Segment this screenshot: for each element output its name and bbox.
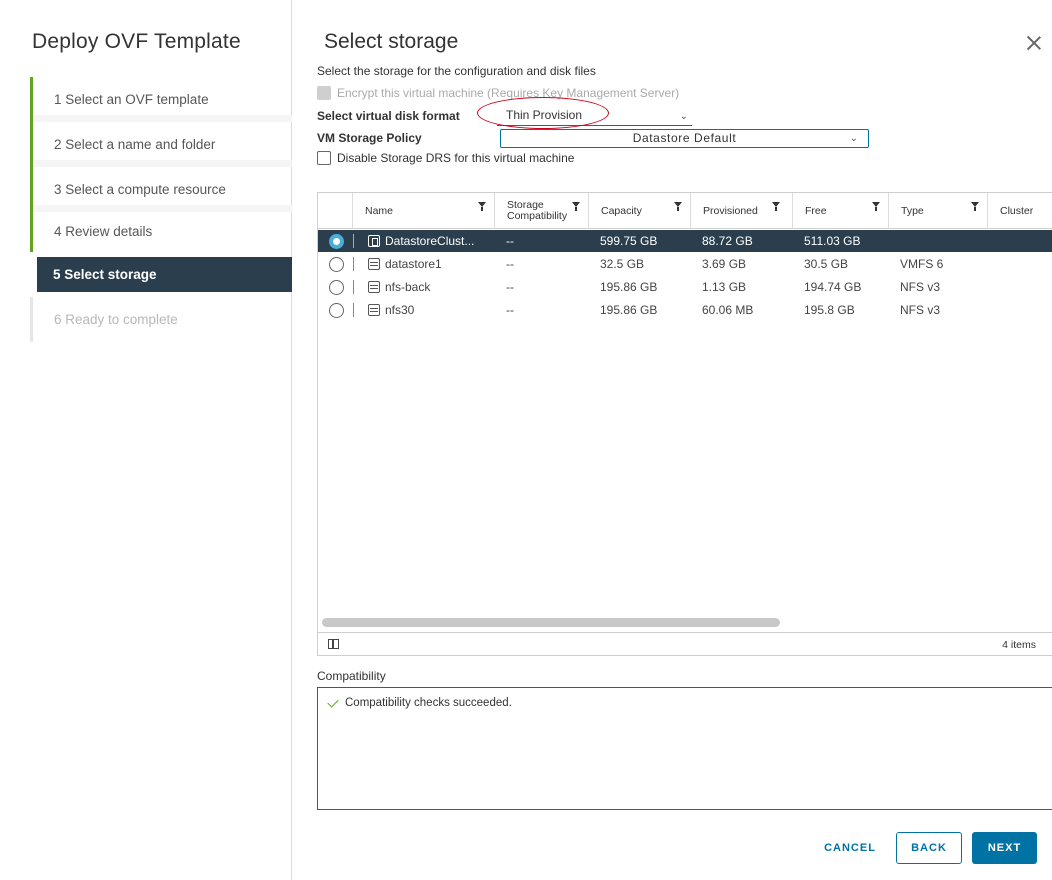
- storage-policy-select[interactable]: Datastore Default ⌄: [500, 129, 869, 148]
- wizard-title: Deploy OVF Template: [32, 30, 241, 53]
- grid-footer: 4 items: [318, 632, 1052, 655]
- disable-drs-label: Disable Storage DRS for this virtual mac…: [337, 151, 575, 165]
- row-free: 511.03 GB: [804, 234, 861, 248]
- next-button[interactable]: NEXT: [972, 832, 1037, 864]
- row-free: 195.8 GB: [804, 303, 855, 317]
- row-separator: [353, 280, 354, 294]
- datastore-icon: [368, 281, 380, 293]
- page-description: Select the storage for the configuration…: [317, 64, 596, 78]
- filter-icon[interactable]: [772, 202, 780, 211]
- compatibility-panel: Compatibility checks succeeded.: [317, 687, 1052, 810]
- horizontal-scrollbar[interactable]: [322, 618, 780, 627]
- row-compat: --: [506, 257, 514, 271]
- filter-icon[interactable]: [674, 202, 682, 211]
- cancel-button[interactable]: CANCEL: [808, 832, 892, 864]
- column-header-storage-compatibility[interactable]: Storage Compatibility: [494, 193, 588, 229]
- item-count: 4 items: [1002, 639, 1036, 651]
- row-separator: [353, 234, 354, 248]
- table-row[interactable]: datastore1 -- 32.5 GB 3.69 GB 30.5 GB VM…: [318, 253, 1052, 275]
- disable-drs-option[interactable]: Disable Storage DRS for this virtual mac…: [317, 151, 574, 165]
- row-name: nfs-back: [385, 280, 431, 294]
- step-select-compute-resource[interactable]: 3 Select a compute resource: [30, 167, 292, 212]
- step-select-ovf-template[interactable]: 1 Select an OVF template: [30, 77, 292, 122]
- row-radio[interactable]: [329, 257, 344, 272]
- wizard-steps: 1 Select an OVF template 2 Select a name…: [30, 77, 292, 342]
- step-separator: [33, 115, 292, 122]
- datastore-icon: [368, 304, 380, 316]
- row-name: DatastoreClust...: [385, 234, 475, 248]
- row-free: 30.5 GB: [804, 257, 849, 271]
- chevron-down-icon: ⌄: [849, 133, 858, 144]
- row-provisioned: 3.69 GB: [702, 257, 747, 271]
- column-header-capacity[interactable]: Capacity: [588, 193, 690, 229]
- step-separator: [33, 160, 292, 167]
- row-name: datastore1: [385, 257, 442, 271]
- row-capacity: 195.86 GB: [600, 280, 658, 294]
- row-name: nfs30: [385, 303, 415, 317]
- datastore-cluster-icon: [368, 235, 380, 247]
- step-select-storage[interactable]: 5 Select storage: [37, 257, 292, 292]
- disable-drs-checkbox[interactable]: [317, 151, 331, 165]
- row-capacity: 195.86 GB: [600, 303, 658, 317]
- step-ready-to-complete: 6 Ready to complete: [30, 297, 292, 342]
- column-toggle-icon[interactable]: [328, 639, 339, 649]
- storage-policy-label: VM Storage Policy: [317, 131, 422, 145]
- row-type: VMFS 6: [900, 257, 944, 271]
- grid-header: Name Storage Compatibility Capacity Provi…: [318, 193, 1052, 229]
- table-row[interactable]: nfs30 -- 195.86 GB 60.06 MB 195.8 GB NFS…: [318, 299, 1052, 321]
- row-compat: --: [506, 280, 514, 294]
- row-radio[interactable]: [329, 303, 344, 318]
- column-header-name[interactable]: Name: [352, 193, 494, 229]
- datastore-icon: [368, 258, 380, 270]
- table-row[interactable]: nfs-back -- 195.86 GB 1.13 GB 194.74 GB …: [318, 276, 1052, 298]
- chevron-down-icon: ⌄: [679, 111, 688, 122]
- back-button[interactable]: BACK: [896, 832, 962, 864]
- filter-icon[interactable]: [872, 202, 880, 211]
- filter-icon[interactable]: [971, 202, 979, 211]
- row-type: NFS v3: [900, 280, 941, 294]
- disk-format-select[interactable]: Thin Provision ⌄: [497, 106, 692, 126]
- row-free: 194.74 GB: [804, 280, 862, 294]
- row-capacity: 32.5 GB: [600, 257, 645, 271]
- encrypt-option: Encrypt this virtual machine (Requires K…: [317, 86, 679, 100]
- step-review-details[interactable]: 4 Review details: [30, 212, 292, 252]
- encrypt-label: Encrypt this virtual machine (Requires K…: [337, 86, 680, 100]
- filter-icon[interactable]: [572, 202, 580, 211]
- step-separator: [33, 205, 292, 212]
- row-radio[interactable]: [329, 280, 344, 295]
- column-header-type[interactable]: Type: [888, 193, 987, 229]
- page-title: Select storage: [324, 30, 459, 53]
- storage-policy-value: Datastore Default: [632, 131, 737, 145]
- row-capacity: 599.75 GB: [600, 234, 658, 248]
- close-icon[interactable]: [1024, 34, 1044, 54]
- compatibility-label: Compatibility: [317, 669, 386, 683]
- disk-format-label: Select virtual disk format: [317, 109, 460, 123]
- row-separator: [353, 303, 354, 317]
- row-separator: [353, 257, 354, 271]
- row-provisioned: 1.13 GB: [702, 280, 747, 294]
- column-header-cluster[interactable]: Cluster: [987, 193, 1052, 229]
- row-compat: --: [506, 303, 514, 317]
- row-provisioned: 60.06 MB: [702, 303, 754, 317]
- filter-icon[interactable]: [478, 202, 486, 211]
- checkmark-icon: [327, 695, 339, 708]
- encrypt-checkbox: [317, 86, 331, 100]
- column-header-free[interactable]: Free: [792, 193, 888, 229]
- datastore-grid: Name Storage Compatibility Capacity Provi…: [317, 192, 1052, 656]
- compatibility-message: Compatibility checks succeeded.: [345, 697, 512, 709]
- column-header-provisioned[interactable]: Provisioned: [690, 193, 792, 229]
- row-radio[interactable]: [329, 234, 344, 249]
- table-row[interactable]: DatastoreClust... -- 599.75 GB 88.72 GB …: [318, 230, 1052, 252]
- disk-format-value: Thin Provision: [506, 108, 583, 122]
- row-type: NFS v3: [900, 303, 941, 317]
- wizard-sidebar: Deploy OVF Template 1 Select an OVF temp…: [0, 0, 292, 880]
- step-select-name-folder[interactable]: 2 Select a name and folder: [30, 122, 292, 167]
- row-provisioned: 88.72 GB: [702, 234, 753, 248]
- row-compat: --: [506, 234, 514, 248]
